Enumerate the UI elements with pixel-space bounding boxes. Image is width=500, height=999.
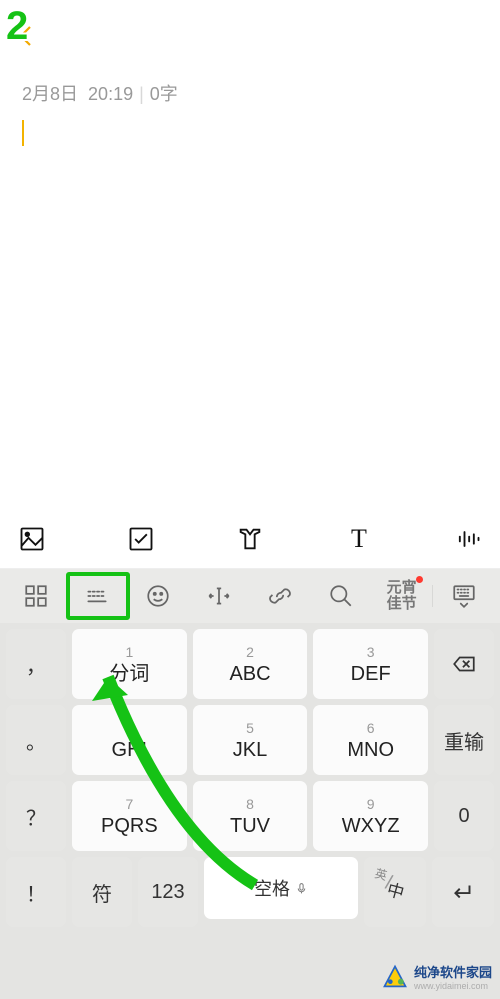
style-icon[interactable] bbox=[236, 525, 264, 553]
key-space[interactable]: 空格 bbox=[204, 857, 358, 919]
key-0[interactable]: 0 bbox=[434, 781, 494, 851]
cursor-icon[interactable] bbox=[189, 576, 250, 616]
checklist-icon[interactable] bbox=[127, 525, 155, 553]
key-comma[interactable]: ， bbox=[6, 629, 66, 699]
text-icon[interactable]: T bbox=[345, 525, 373, 553]
emoji-icon[interactable] bbox=[128, 576, 189, 616]
watermark: 纯净软件家园www.yidaimei.com bbox=[381, 962, 492, 991]
grid-icon[interactable] bbox=[6, 576, 67, 616]
note-editor[interactable] bbox=[0, 114, 500, 152]
hide-keyboard-icon[interactable] bbox=[433, 576, 494, 616]
key-9[interactable]: 9WXYZ bbox=[313, 781, 428, 851]
key-3[interactable]: 3DEF bbox=[313, 629, 428, 699]
key-4[interactable]: 4GHI bbox=[72, 705, 187, 775]
key-question[interactable]: ？ bbox=[6, 781, 66, 851]
key-excl[interactable]: ！ bbox=[6, 857, 66, 927]
search-icon[interactable] bbox=[310, 576, 371, 616]
key-enter[interactable] bbox=[432, 857, 494, 927]
key-1[interactable]: 1分词 bbox=[72, 629, 187, 699]
highlight-box bbox=[66, 572, 130, 620]
key-5[interactable]: 5JKL bbox=[193, 705, 308, 775]
promo-button[interactable]: 元宵佳节 bbox=[371, 576, 432, 616]
voice-icon[interactable] bbox=[454, 525, 482, 553]
key-7[interactable]: 7PQRS bbox=[72, 781, 187, 851]
key-2[interactable]: 2ABC bbox=[193, 629, 308, 699]
key-num[interactable]: 123 bbox=[138, 857, 198, 927]
ime-toolbar: 元宵佳节 bbox=[0, 569, 500, 623]
key-lang[interactable]: 英/中 bbox=[364, 857, 426, 927]
step-number: 2 bbox=[6, 4, 28, 49]
editor-toolbar: T bbox=[0, 509, 500, 569]
note-meta: 2月8日 20:19|0字 bbox=[0, 60, 500, 114]
key-8[interactable]: 8TUV bbox=[193, 781, 308, 851]
key-clear[interactable]: 重输 bbox=[434, 705, 494, 775]
image-icon[interactable] bbox=[18, 525, 46, 553]
keypad: ， 1分词 2ABC 3DEF 。 4GHI 5JKL 6MNO 重输 ？ 7P… bbox=[0, 623, 500, 999]
key-period[interactable]: 。 bbox=[6, 705, 66, 775]
key-6[interactable]: 6MNO bbox=[313, 705, 428, 775]
key-backspace[interactable] bbox=[434, 629, 494, 699]
key-sym[interactable]: 符 bbox=[72, 857, 132, 927]
text-cursor bbox=[22, 120, 24, 146]
link-icon[interactable] bbox=[250, 576, 311, 616]
